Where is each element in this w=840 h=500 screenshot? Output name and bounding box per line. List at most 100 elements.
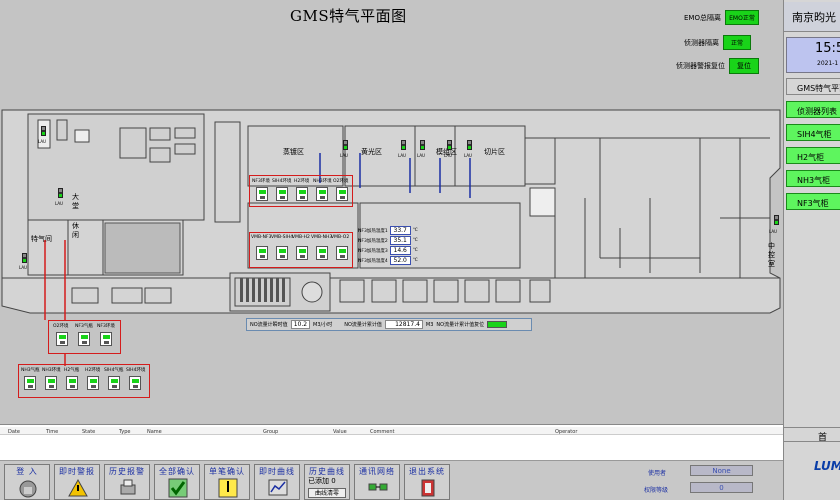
- col-value: Value: [333, 429, 347, 435]
- gas-sensor[interactable]: [276, 187, 288, 201]
- lau-label-2: LAU: [55, 201, 63, 206]
- lau-label-9: LAU: [769, 229, 777, 234]
- home-button[interactable]: 首: [784, 427, 840, 443]
- chart-icon: [268, 479, 288, 496]
- gas-sensor[interactable]: [45, 376, 57, 390]
- network-icon: [368, 483, 388, 491]
- col-name: Name: [147, 429, 162, 435]
- realtime-alarm-button[interactable]: 即时警报: [54, 464, 100, 500]
- lau-label-6: LAU: [417, 153, 425, 158]
- col-operator: Operator: [555, 429, 578, 435]
- gas-sensor[interactable]: [276, 246, 288, 260]
- gas-sensor[interactable]: [24, 376, 36, 390]
- temp-reading-4: NF3加热温度4 52.0 ℃: [358, 256, 418, 265]
- temp-reading-3: NF3加热温度3 14.6 ℃: [358, 246, 418, 255]
- emo-isolation-row: EMO总隔离 EMO正常: [684, 10, 759, 25]
- temp-value: 52.0: [389, 256, 411, 265]
- warning-icon: [68, 478, 88, 497]
- cabinet-label: H2环境: [294, 179, 310, 184]
- lau-light-7: [447, 140, 452, 150]
- lau-light-3: [22, 253, 27, 263]
- alarm-table[interactable]: Date Time State Type Name Group Value Co…: [0, 424, 783, 460]
- emo-normal-button[interactable]: EMO正常: [724, 10, 759, 25]
- temp-label: NF3加热温度1: [358, 228, 388, 234]
- company-title: 南京昀光: [784, 2, 840, 32]
- sidebar: 南京昀光 15:54 2021-1 GMS特气平面图 侦测器列表 SIH4气柜 …: [783, 0, 840, 500]
- gas-sensor[interactable]: [78, 332, 90, 346]
- clock-date: 2021-1: [817, 60, 839, 67]
- login-button[interactable]: 登 入: [4, 464, 50, 500]
- flow-label: NO流量计瞬时值: [250, 322, 288, 328]
- col-group: Group: [263, 429, 279, 435]
- gas-sensor[interactable]: [129, 376, 141, 390]
- cabinet-label: VMB-NH3: [311, 235, 333, 240]
- gas-sensor[interactable]: [100, 332, 112, 346]
- nav-h2-cabinet[interactable]: H2气柜: [786, 147, 840, 164]
- temp-value: 35.1: [389, 236, 411, 245]
- realtime-trend-label: 即时曲线: [259, 467, 295, 476]
- gas-sensor[interactable]: [66, 376, 78, 390]
- zone-qiepian: 切片区: [484, 148, 505, 156]
- total-label: NO流量计累计值: [344, 322, 382, 328]
- network-label: 通讯网络: [359, 467, 395, 476]
- gas-sensor[interactable]: [56, 332, 68, 346]
- clear-trend-button[interactable]: 曲线清零: [308, 488, 346, 498]
- gas-sensor[interactable]: [336, 246, 348, 260]
- history-alarm-label: 历史报警: [109, 467, 145, 476]
- gas-sensor[interactable]: [316, 187, 328, 201]
- gas-sensor[interactable]: [256, 187, 268, 201]
- cabinet-label: H2环境: [85, 368, 101, 373]
- col-date: Date: [8, 429, 20, 435]
- nav-gms-floorplan[interactable]: GMS特气平面图: [786, 78, 840, 95]
- clock-panel: 15:54 2021-1: [786, 37, 840, 73]
- gas-sensor[interactable]: [296, 187, 308, 201]
- ack-all-button[interactable]: 全部确认: [154, 464, 200, 500]
- detector-isolation-row: 侦测器隔离 正常: [684, 35, 751, 50]
- nav-detector-list[interactable]: 侦测器列表: [786, 101, 840, 118]
- cabinet-label: VMB-NF3: [251, 235, 272, 240]
- temp-unit: ℃: [412, 258, 418, 263]
- user-value: None: [690, 465, 753, 476]
- lau-light-5: [401, 140, 406, 150]
- lau-label-5: LAU: [398, 153, 406, 158]
- gas-sensor[interactable]: [296, 246, 308, 260]
- col-comment: Comment: [370, 429, 395, 435]
- nav-nh3-cabinet[interactable]: NH3气柜: [786, 170, 840, 187]
- reset-lamp[interactable]: [487, 321, 508, 328]
- ack-single-button[interactable]: 单笔确认: [204, 464, 250, 500]
- gas-sensor[interactable]: [87, 376, 99, 390]
- history-trend-button[interactable]: 历史曲线 已添加 0 曲线清零: [304, 464, 350, 500]
- realtime-trend-button[interactable]: 即时曲线: [254, 464, 300, 500]
- flow-value: 10.2: [290, 320, 311, 329]
- cabinet-label: NH3环境: [313, 179, 332, 184]
- lau-light-6: [420, 140, 425, 150]
- col-state: State: [82, 429, 96, 435]
- level-value: 0: [690, 482, 753, 493]
- gas-sensor[interactable]: [336, 187, 348, 201]
- flow-meter-bar: NO流量计瞬时值 10.2 M3/小时 NO流量计累计值 12817.4 M3 …: [246, 318, 532, 331]
- reset-label: NO流量计累计值复位: [436, 322, 485, 328]
- temp-label: NF3加热温度4: [358, 258, 388, 264]
- ack-all-label: 全部确认: [159, 467, 195, 476]
- lau-label-1: LAU: [38, 139, 46, 144]
- detector-normal-button[interactable]: 正常: [723, 35, 751, 50]
- gas-sensor[interactable]: [316, 246, 328, 260]
- gas-sensor[interactable]: [108, 376, 120, 390]
- history-added-count: 已添加 0: [308, 477, 336, 485]
- cabinet-label: H2气瓶: [64, 368, 80, 373]
- detector-reset-button[interactable]: 复位: [729, 58, 759, 74]
- col-time: Time: [46, 429, 59, 435]
- login-label: 登 入: [16, 467, 38, 476]
- lau-light-1: [41, 126, 46, 136]
- lau-light-9: [774, 215, 779, 225]
- nav-nf3-cabinet[interactable]: NF3气柜: [786, 193, 840, 210]
- history-alarm-button[interactable]: 历史报警: [104, 464, 150, 500]
- bottom-toolbar: 登 入 即时警报 历史报警 全部确认 单笔确认 即时曲线 历史曲线 已添加 0 …: [0, 460, 783, 500]
- gas-sensor[interactable]: [256, 246, 268, 260]
- exit-button[interactable]: 退出系统: [404, 464, 450, 500]
- nav-sih4-cabinet[interactable]: SIH4气柜: [786, 124, 840, 141]
- cabinet-label: NF3气瓶: [75, 324, 93, 329]
- network-button[interactable]: 通讯网络: [354, 464, 400, 500]
- user-label: 使用者: [648, 470, 667, 477]
- connector-line-o2: [44, 240, 66, 320]
